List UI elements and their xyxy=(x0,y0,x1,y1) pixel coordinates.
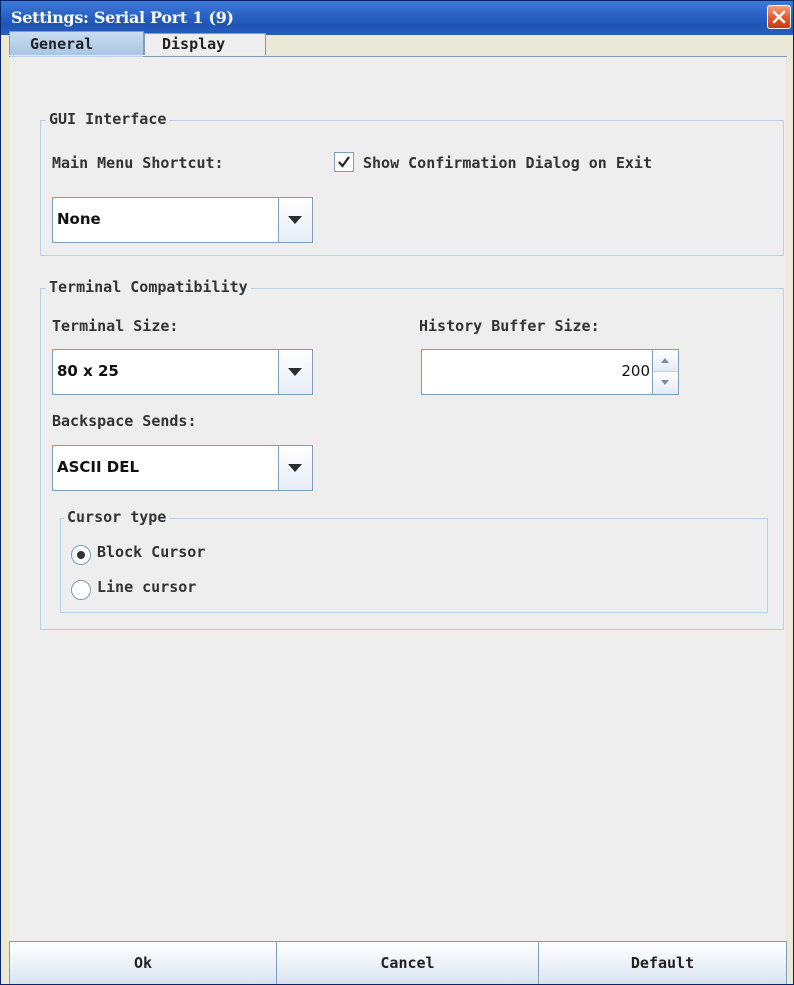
dropdown-button[interactable] xyxy=(278,350,312,394)
history-buffer-value[interactable]: 200 xyxy=(621,362,650,380)
backspace-label: Backspace Sends: xyxy=(52,412,197,430)
default-button[interactable]: Default xyxy=(538,941,787,984)
line-cursor-radio[interactable] xyxy=(71,580,91,600)
show-confirmation-label[interactable]: Show Confirmation Dialog on Exit xyxy=(363,154,652,172)
block-cursor-label[interactable]: Block Cursor xyxy=(97,543,205,561)
radio-selected-dot xyxy=(77,551,85,559)
dropdown-button[interactable] xyxy=(278,446,312,490)
gui-interface-title: GUI Interface xyxy=(46,110,170,128)
tab-display[interactable]: Display xyxy=(144,33,266,55)
close-button[interactable] xyxy=(767,5,791,29)
backspace-value: ASCII DEL xyxy=(57,458,140,476)
tab-general[interactable]: General xyxy=(9,31,144,55)
backspace-select[interactable]: ASCII DEL xyxy=(52,445,313,491)
main-menu-shortcut-label: Main Menu Shortcut: xyxy=(52,154,224,172)
title-bar[interactable]: Settings: Serial Port 1 (9) xyxy=(1,1,793,35)
line-cursor-label[interactable]: Line cursor xyxy=(97,578,196,596)
cursor-type-group xyxy=(60,518,768,613)
history-buffer-label: History Buffer Size: xyxy=(419,317,600,335)
cursor-type-title: Cursor type xyxy=(64,508,170,526)
terminal-size-label: Terminal Size: xyxy=(52,317,179,335)
cancel-button[interactable]: Cancel xyxy=(276,941,539,984)
settings-dialog: Settings: Serial Port 1 (9) General Disp… xyxy=(0,0,794,985)
spinner-up-button[interactable] xyxy=(652,350,678,372)
main-menu-shortcut-value: None xyxy=(57,210,101,228)
block-cursor-radio[interactable] xyxy=(71,545,91,565)
spinner-down-button[interactable] xyxy=(652,372,678,394)
window-title: Settings: Serial Port 1 (9) xyxy=(11,8,234,27)
terminal-size-select[interactable]: 80 x 25 xyxy=(52,349,313,395)
button-bar: Ok Cancel Default xyxy=(9,941,787,984)
show-confirmation-checkbox[interactable] xyxy=(334,152,354,172)
dropdown-button[interactable] xyxy=(278,198,312,242)
ok-button[interactable]: Ok xyxy=(9,941,277,984)
history-buffer-spinner[interactable]: 200 xyxy=(421,349,679,395)
terminal-size-value: 80 x 25 xyxy=(57,362,119,380)
main-menu-shortcut-select[interactable]: None xyxy=(52,197,313,243)
terminal-compat-title: Terminal Compatibility xyxy=(46,278,251,296)
